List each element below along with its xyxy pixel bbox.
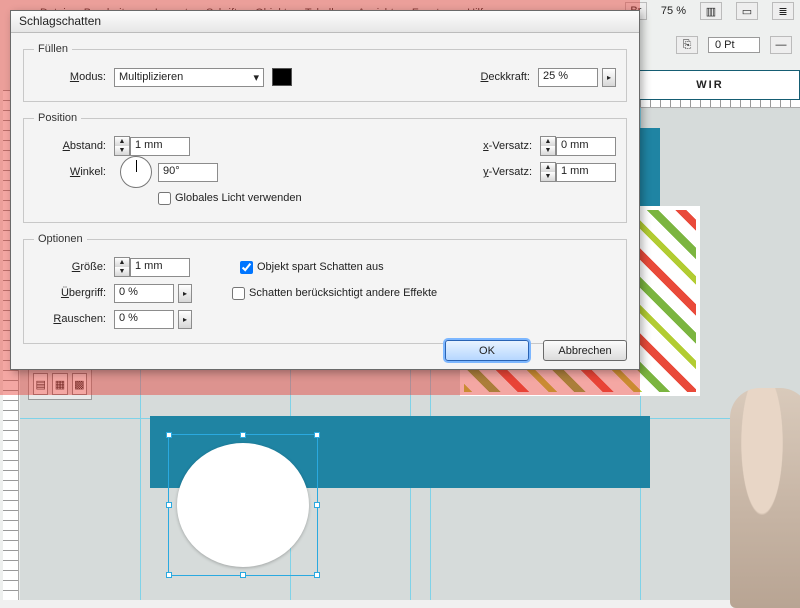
noise-slider-icon[interactable]: ▸ (178, 310, 192, 329)
global-light-checkbox[interactable]: Globales Licht verwenden (158, 192, 302, 205)
resize-handle[interactable] (314, 502, 320, 508)
resize-handle[interactable] (166, 572, 172, 578)
resize-handle[interactable] (240, 432, 246, 438)
checkbox-input[interactable] (232, 287, 245, 300)
resize-handle[interactable] (314, 572, 320, 578)
photo-frame-person[interactable] (730, 388, 800, 608)
stroke-weight-field[interactable]: 0 Pt (708, 37, 760, 53)
options-group: Optionen Größe: ▲▼1 mm Objekt spart Scha… (23, 233, 627, 344)
headline-text: WIR (696, 79, 723, 91)
top-right-toolbar: Br 75 % ▥ ▭ ≣ (625, 2, 794, 20)
step-down-icon[interactable]: ▼ (541, 146, 555, 155)
distance-field[interactable]: 1 mm (130, 137, 190, 156)
link-icon[interactable]: ⎘ (676, 36, 698, 54)
step-up-icon[interactable]: ▲ (115, 137, 129, 146)
mode-combo[interactable]: Multiplizieren ▾ (114, 68, 264, 87)
x-offset-field[interactable]: 0 mm (556, 137, 616, 156)
spread-label: Übergriff: (34, 287, 114, 299)
checkbox-input[interactable] (158, 192, 171, 205)
control-strip: ⎘ 0 Pt — (676, 30, 792, 60)
position-legend: Position (34, 112, 81, 124)
step-down-icon[interactable]: ▼ (115, 267, 129, 276)
cancel-button[interactable]: Abbrechen (543, 340, 627, 361)
resize-handle[interactable] (314, 432, 320, 438)
step-up-icon[interactable]: ▲ (541, 137, 555, 146)
angle-field[interactable]: 90° (158, 163, 218, 182)
opacity-label: Deckkraft: (468, 71, 538, 83)
zoom-level[interactable]: 75 % (661, 5, 686, 17)
knockout-checkbox[interactable]: Objekt spart Schatten aus (240, 261, 384, 274)
view-options-icon[interactable]: ▥ (700, 2, 722, 20)
resize-handle[interactable] (240, 572, 246, 578)
fill-legend: Füllen (34, 43, 72, 55)
stroke-style-icon[interactable]: — (770, 36, 792, 54)
headline-frame[interactable]: WIR (620, 70, 800, 100)
step-up-icon[interactable]: ▲ (115, 258, 129, 267)
size-stepper[interactable]: ▲▼1 mm (114, 257, 190, 277)
spread-slider-icon[interactable]: ▸ (178, 284, 192, 303)
y-offset-label: y-Versatz: (470, 166, 540, 178)
chevron-down-icon: ▾ (253, 71, 259, 84)
ellipse-shape (177, 443, 309, 567)
mode-value: Multiplizieren (119, 71, 183, 83)
resize-handle[interactable] (166, 502, 172, 508)
drop-shadow-dialog: Schlagschatten Füllen Modus: Multiplizie… (10, 10, 640, 370)
noise-field[interactable]: 0 % (114, 310, 174, 329)
checkbox-input[interactable] (240, 261, 253, 274)
position-group: Position Abstand: ▲▼ 1 mm x-Versatz: ▲▼0… (23, 112, 627, 223)
checkbox-label: Objekt spart Schatten aus (257, 261, 384, 273)
step-down-icon[interactable]: ▼ (541, 172, 555, 181)
ok-button[interactable]: OK (445, 340, 529, 361)
fill-group: Füllen Modus: Multiplizieren ▾ Deckkraft:… (23, 43, 627, 102)
y-offset-stepper[interactable]: ▲▼1 mm (540, 162, 616, 182)
shadow-color-swatch[interactable] (272, 68, 292, 86)
angle-dial[interactable] (120, 156, 152, 188)
opacity-field[interactable]: 25 % (538, 68, 598, 87)
honors-effects-checkbox[interactable]: Schatten berücksichtigt andere Effekte (232, 287, 437, 300)
options-legend: Optionen (34, 233, 87, 245)
selected-ellipse-frame[interactable] (168, 434, 318, 576)
size-label: Größe: (34, 261, 114, 273)
step-up-icon[interactable]: ▲ (541, 163, 555, 172)
x-offset-stepper[interactable]: ▲▼0 mm (540, 136, 616, 156)
step-down-icon[interactable]: ▼ (115, 146, 129, 155)
arrange-icon[interactable]: ≣ (772, 2, 794, 20)
distance-stepper[interactable]: ▲▼ 1 mm (114, 136, 190, 156)
dialog-title[interactable]: Schlagschatten (11, 11, 639, 33)
mode-label: Modus: (34, 71, 114, 83)
angle-label: Winkel: (34, 166, 114, 178)
size-field[interactable]: 1 mm (130, 258, 190, 277)
opacity-slider-icon[interactable]: ▸ (602, 68, 616, 87)
distance-label: Abstand: (34, 140, 114, 152)
y-offset-field[interactable]: 1 mm (556, 163, 616, 182)
checkbox-label: Globales Licht verwenden (175, 192, 302, 204)
noise-label: Rauschen: (34, 313, 114, 325)
dialog-buttons: OK Abbrechen (445, 340, 627, 361)
resize-handle[interactable] (166, 432, 172, 438)
screen-mode-icon[interactable]: ▭ (736, 2, 758, 20)
spread-field[interactable]: 0 % (114, 284, 174, 303)
checkbox-label: Schatten berücksichtigt andere Effekte (249, 287, 437, 299)
x-offset-label: x-Versatz: (470, 140, 540, 152)
